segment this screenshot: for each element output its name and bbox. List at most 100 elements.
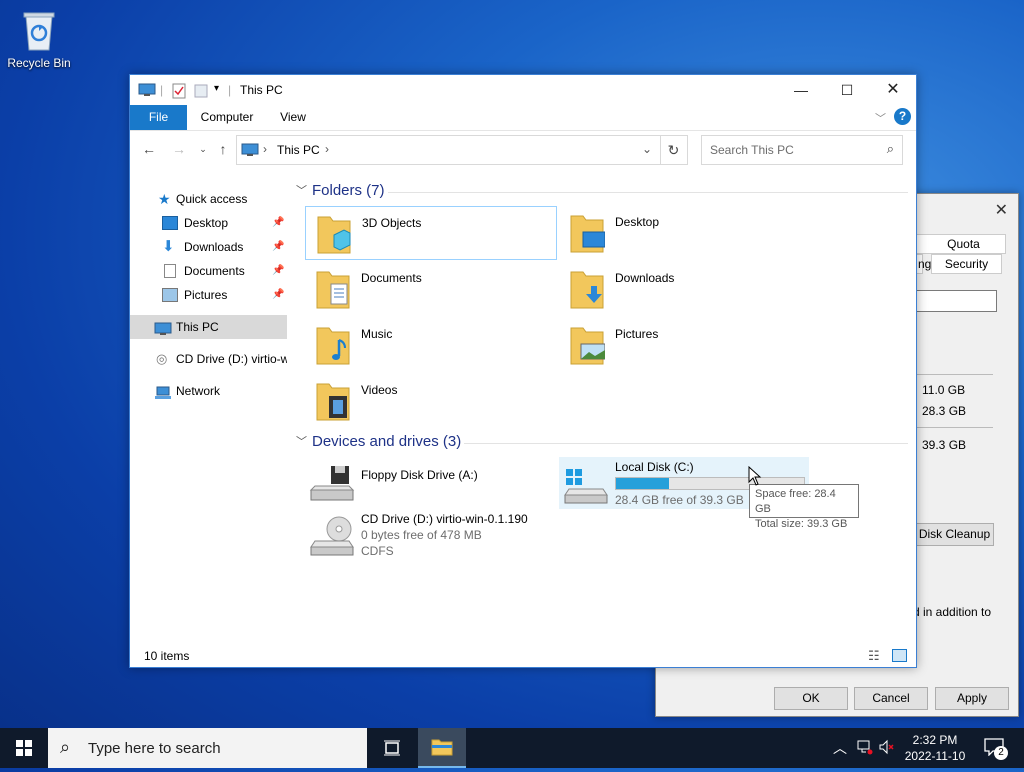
nav-quick-access[interactable]: ★ Quick access	[130, 187, 287, 211]
nav-pictures[interactable]: Pictures 📌	[130, 283, 287, 307]
pin-icon[interactable]: 📌	[272, 235, 284, 259]
taskbar-search-box[interactable]: ⌕ Type here to search	[48, 728, 367, 768]
nav-label: This PC	[176, 320, 219, 334]
folder-name: Downloads	[615, 271, 675, 285]
tab-view[interactable]: View	[270, 105, 316, 130]
search-icon: ⌕	[886, 141, 894, 156]
folder-music[interactable]: Music	[305, 318, 555, 370]
properties-text: d in addition to	[913, 605, 992, 619]
task-view-button[interactable]	[368, 728, 416, 768]
devices-group-header[interactable]: ﹀ Devices and drives (3)	[296, 433, 910, 453]
pin-icon[interactable]: 📌	[272, 211, 284, 235]
folders-group-header[interactable]: ﹀ Folders (7)	[296, 182, 910, 202]
folder-name: Videos	[361, 383, 398, 397]
minimize-button[interactable]: —	[778, 75, 824, 105]
folder-documents[interactable]: Documents	[305, 262, 555, 314]
cd-drive-icon: ◎	[156, 351, 168, 366]
maximize-button[interactable]: ☐	[824, 75, 870, 105]
folder-videos[interactable]: Videos	[305, 374, 555, 426]
download-arrow-icon: ⬇	[162, 238, 175, 255]
drive-name: Floppy Disk Drive (A:)	[361, 468, 478, 482]
chevron-down-icon: ﹀	[296, 185, 307, 197]
group-title: Folders (7)	[312, 182, 385, 199]
ribbon-tabs: File Computer View ﹀ ?	[130, 105, 916, 131]
system-clock[interactable]: 2:32 PM 2022-11-10	[900, 732, 970, 764]
close-icon[interactable]: ✕	[995, 200, 1008, 220]
taskbar-search-input[interactable]: Type here to search	[88, 740, 221, 757]
network-status-icon[interactable]	[857, 739, 873, 758]
drive-cd-d[interactable]: CD Drive (D:) virtio-win-0.1.190 0 bytes…	[305, 509, 555, 569]
search-box[interactable]: Search This PC ⌕	[701, 135, 903, 165]
forward-arrow-icon[interactable]: →	[170, 140, 188, 158]
task-view-icon	[384, 740, 400, 756]
back-arrow-icon[interactable]: ←	[140, 140, 158, 158]
details-view-icon[interactable]: ☷	[868, 648, 880, 664]
address-bar[interactable]: › This PC › ⌄	[236, 135, 661, 165]
nav-desktop[interactable]: Desktop 📌	[130, 211, 287, 235]
pin-icon[interactable]: 📌	[272, 259, 284, 283]
folder-documents-icon	[316, 271, 350, 309]
customize-qat-icon[interactable]: ▾	[214, 83, 219, 94]
ok-button[interactable]: OK	[774, 687, 848, 710]
nav-cd-drive[interactable]: ◎ CD Drive (D:) virtio-w	[130, 347, 287, 371]
tab-file[interactable]: File	[130, 105, 187, 130]
chevron-right-icon[interactable]: ›	[263, 142, 267, 156]
drive-floppy[interactable]: Floppy Disk Drive (A:)	[305, 460, 555, 512]
tab-quota[interactable]: Quota	[915, 234, 1006, 254]
volume-icon[interactable]	[879, 739, 895, 758]
nav-label: CD Drive (D:) virtio-w	[176, 352, 287, 366]
nav-downloads[interactable]: ⬇ Downloads 📌	[130, 235, 287, 259]
clock-time: 2:32 PM	[912, 733, 958, 747]
capacity-value: 39.3 GB	[922, 438, 967, 452]
computer-icon	[138, 83, 156, 100]
windows-logo-icon	[16, 740, 32, 756]
taskbar: ⌕ Type here to search ︿ 2:32 PM 2022-11-…	[0, 728, 1024, 768]
nav-network[interactable]: Network	[130, 379, 287, 403]
navigation-pane: ★ Quick access Desktop 📌 ⬇ Downloads 📌 D…	[130, 180, 290, 640]
tooltip-total-size: Total size: 39.3 GB	[755, 518, 848, 530]
folder-downloads[interactable]: Downloads	[559, 262, 809, 314]
divider	[464, 443, 908, 444]
new-folder-icon[interactable]	[194, 83, 208, 102]
volume-label-field[interactable]	[915, 290, 997, 312]
folder-name: Documents	[361, 271, 422, 285]
nav-documents[interactable]: Documents 📌	[130, 259, 287, 283]
recycle-bin-icon[interactable]: Recycle Bin	[6, 8, 72, 70]
folder-desktop[interactable]: Desktop	[559, 206, 809, 258]
folder-music-icon	[316, 327, 350, 365]
drive-name: CD Drive (D:) virtio-win-0.1.190	[361, 512, 528, 526]
nav-this-pc[interactable]: This PC	[130, 315, 287, 339]
cancel-button[interactable]: Cancel	[854, 687, 928, 710]
content-pane: ﹀ Folders (7) 3D Objects Desktop Documen…	[296, 180, 910, 640]
folder-icon	[431, 739, 453, 756]
chevron-right-icon[interactable]: ›	[325, 142, 329, 156]
search-input[interactable]: Search This PC	[710, 143, 794, 157]
recent-locations-icon[interactable]: ⌄	[194, 140, 212, 158]
pin-icon[interactable]: 📌	[272, 283, 284, 307]
close-button[interactable]: ✕	[870, 75, 916, 105]
file-explorer-taskbar-button[interactable]	[418, 728, 466, 768]
nav-label: Pictures	[184, 288, 228, 302]
properties-icon[interactable]	[172, 83, 186, 102]
mouse-cursor-icon	[748, 466, 762, 486]
chevron-down-icon[interactable]: ⌄	[642, 142, 652, 156]
chevron-up-icon[interactable]: ︿	[833, 738, 847, 758]
folder-3d-objects[interactable]: 3D Objects	[305, 206, 557, 260]
expand-ribbon-icon[interactable]: ﹀	[875, 110, 886, 126]
address-location[interactable]: This PC	[277, 143, 320, 157]
notification-center-button[interactable]: 2	[972, 728, 1016, 768]
apply-button[interactable]: Apply	[935, 687, 1009, 710]
up-arrow-icon[interactable]: ↑	[214, 140, 232, 158]
disk-cleanup-button[interactable]: Disk Cleanup	[915, 523, 994, 546]
drive-name: Local Disk (C:)	[615, 460, 694, 474]
tab-security[interactable]: Security	[931, 254, 1002, 274]
help-icon[interactable]: ?	[894, 108, 911, 125]
refresh-button[interactable]: ↻	[660, 135, 688, 165]
nav-label: Network	[176, 384, 221, 398]
tab-computer[interactable]: Computer	[192, 105, 262, 130]
folder-pictures[interactable]: Pictures	[559, 318, 809, 370]
start-button[interactable]	[0, 728, 48, 768]
large-icons-view-icon[interactable]	[892, 649, 907, 662]
network-icon	[154, 384, 172, 403]
drive-tooltip: Space free: 28.4 GB Total size: 39.3 GB	[749, 484, 859, 530]
